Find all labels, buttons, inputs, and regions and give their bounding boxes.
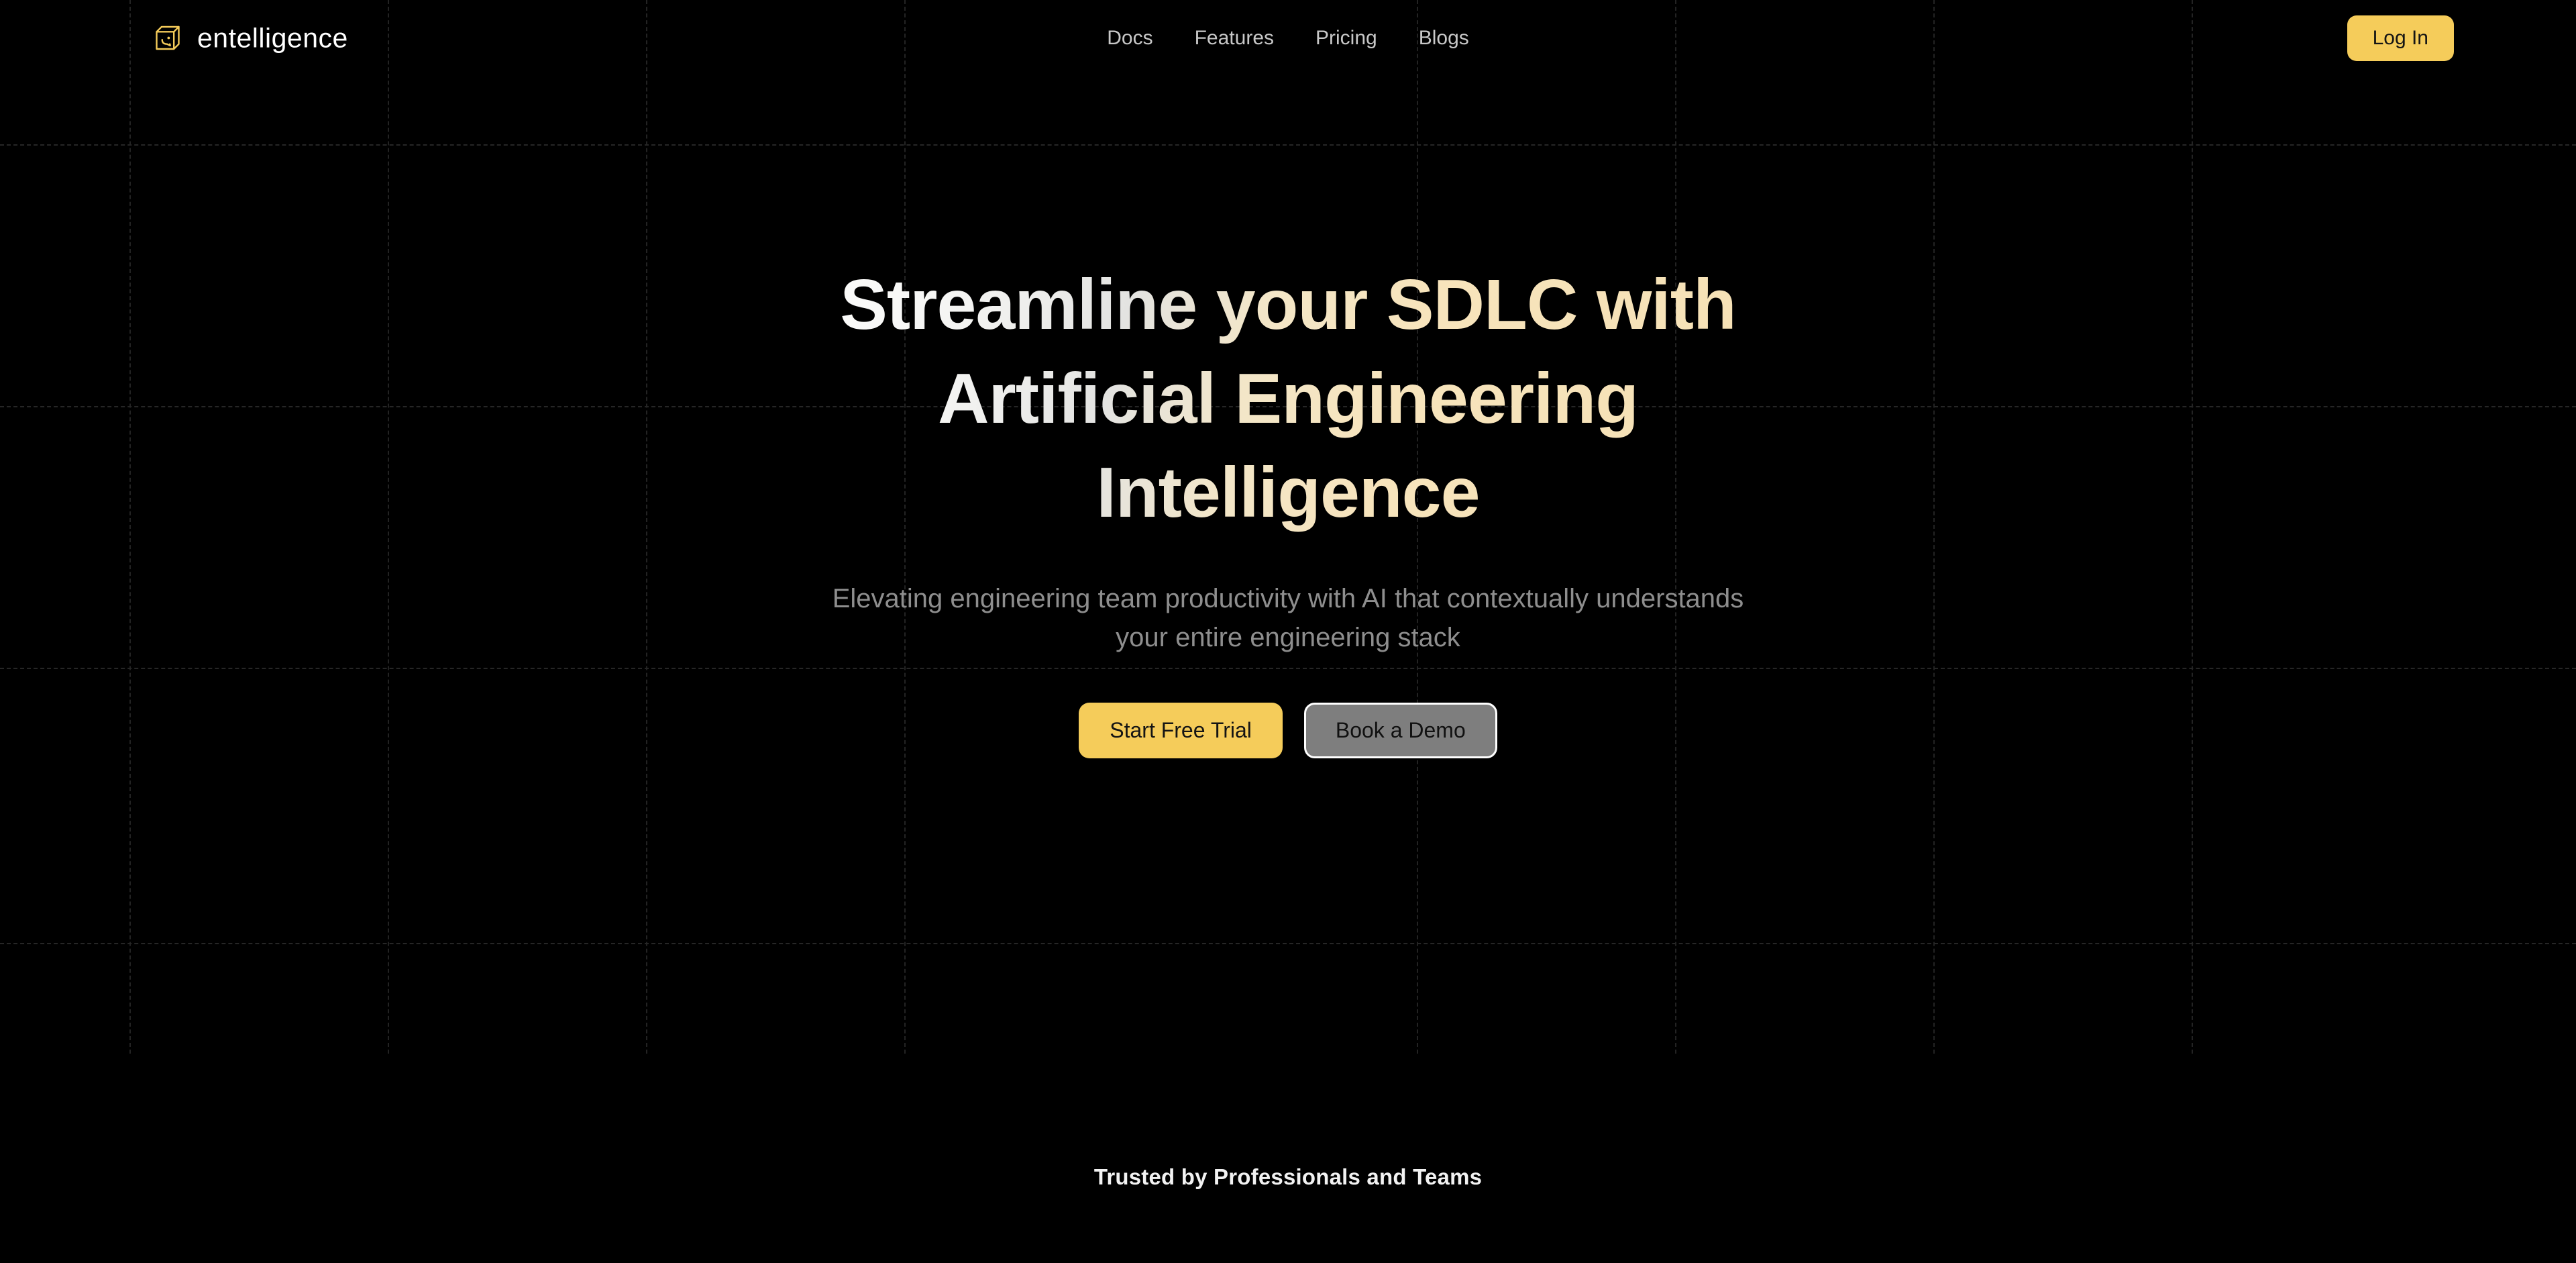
book-a-demo-button[interactable]: Book a Demo xyxy=(1303,702,1497,758)
nav-item-docs[interactable]: Docs xyxy=(1107,27,1152,50)
brand-name: entelligence xyxy=(197,22,348,53)
hero-cta-group: Start Free Trial Book a Demo xyxy=(1079,702,1497,758)
hero-subtitle-line-1: Elevating engineering team productivity … xyxy=(832,583,1589,613)
trusted-section: Trusted by Professionals and Teams xyxy=(0,1164,2576,1190)
nav-item-features[interactable]: Features xyxy=(1195,27,1274,50)
hero-title-line-2: Artificial Engineering xyxy=(937,358,1639,438)
partner-mark-3 xyxy=(1455,1247,1494,1263)
main-nav: Docs Features Pricing Blogs xyxy=(1107,27,1469,50)
partner-mark-2 xyxy=(1266,1247,1305,1263)
partner-logo-strip xyxy=(0,1247,2576,1263)
nav-item-blogs[interactable]: Blogs xyxy=(1419,27,1469,50)
brand-logo[interactable]: entelligence xyxy=(153,22,348,54)
grid-horizontal-line xyxy=(0,943,2576,944)
hero-subtitle: Elevating engineering team productivity … xyxy=(812,579,1764,657)
trusted-heading: Trusted by Professionals and Teams xyxy=(1093,1164,1483,1189)
nav-item-pricing[interactable]: Pricing xyxy=(1316,27,1377,50)
cube-smiley-icon xyxy=(153,23,182,53)
hero-title-line-1: Streamline your SDLC with xyxy=(840,265,1736,344)
landing-page: entelligence Docs Features Pricing Blogs… xyxy=(0,0,2576,1263)
login-button[interactable]: Log In xyxy=(2347,15,2454,61)
partner-logo-3 xyxy=(1455,1247,1503,1263)
start-free-trial-button[interactable]: Start Free Trial xyxy=(1079,702,1283,758)
partner-logo-1 xyxy=(1073,1247,1125,1263)
page-title: Streamline your SDLC with Artificial Eng… xyxy=(751,258,1825,540)
hero-section: Streamline your SDLC with Artificial Eng… xyxy=(0,0,2576,758)
site-header: entelligence Docs Features Pricing Blogs… xyxy=(0,0,2576,76)
hero-title-line-3: Intelligence xyxy=(1096,452,1480,532)
partner-mark-1 xyxy=(1073,1247,1116,1263)
partner-logo-2 xyxy=(1266,1247,1314,1263)
